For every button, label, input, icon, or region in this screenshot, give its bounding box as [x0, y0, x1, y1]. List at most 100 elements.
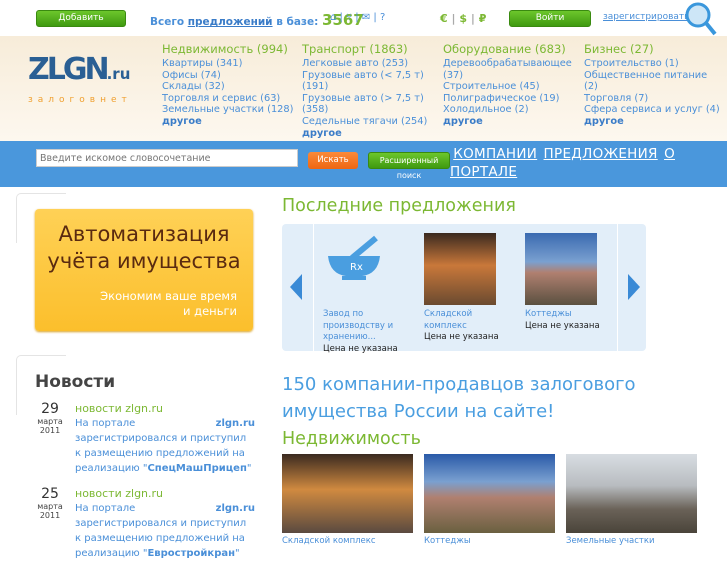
category-link[interactable]: Седельные тягачи (254) [302, 116, 440, 128]
carousel-item[interactable]: Складской комплекс Цена не указана [424, 309, 504, 344]
help-icon[interactable]: ? [380, 12, 385, 23]
nav-companies[interactable]: КОМПАНИИ [453, 146, 537, 162]
total-prefix: Всего [150, 16, 188, 28]
top-bar: Добавить объявление Всего предложений в … [0, 0, 727, 38]
category-link[interactable]: Полиграфическое (19) [443, 93, 581, 105]
news-day: 25 [41, 486, 59, 502]
category-link[interactable]: Грузовые авто (> 7,5 т) (358) [302, 93, 440, 116]
carousel-next-icon[interactable] [626, 274, 640, 300]
carousel-item[interactable]: Коттеджы Цена не указана [525, 309, 605, 332]
item-title[interactable]: Складской комплекс [424, 309, 504, 332]
news-item: 29 марта 2011 новости zlgn.ru На портале zlg… [0, 400, 260, 474]
promo-banner[interactable]: Автоматизация учёта имущества Экономим ва… [35, 209, 253, 331]
latest-carousel: Rx Завод по производству и хранению... Це… [282, 224, 646, 354]
latest-title: Последние предложения [282, 196, 516, 216]
currency-rub[interactable]: ₽ [479, 12, 487, 25]
currency-eur[interactable]: € [440, 12, 448, 25]
nav-offers[interactable]: ПРЕДЛОЖЕНИЯ [544, 146, 658, 162]
category-more-link[interactable]: другое [584, 116, 724, 128]
news-site[interactable]: zlgn.ru [216, 416, 255, 431]
search-magnifier-icon [685, 2, 717, 36]
news-text: На портале [75, 503, 136, 514]
logo[interactable]: ZLGN.ru залоговнет [28, 52, 132, 106]
realty-photo-cottage[interactable] [424, 454, 555, 533]
news-text: " [235, 548, 240, 559]
item-title[interactable]: Завод по производству и хранению... [323, 309, 403, 344]
realty-photo-warehouse[interactable] [282, 454, 413, 533]
banner-subtitle: и деньги [183, 304, 237, 318]
mail-icon[interactable]: ✉ [362, 12, 370, 23]
login-button[interactable]: Войти [509, 10, 591, 27]
category-equipment: Оборудование (683) Деревообрабатывающее … [443, 42, 581, 128]
news-title: Новости [35, 372, 116, 392]
cottage-thumbnail[interactable] [525, 233, 597, 305]
news-text: " [246, 463, 252, 474]
category-transport: Транспорт (1863) Легковые авто (253) Гру… [302, 42, 440, 139]
offers-link[interactable]: предложений [188, 16, 273, 28]
category-link[interactable]: Общественное питание (2) [584, 70, 724, 93]
item-price: Цена не указана [424, 332, 499, 342]
warehouse-thumbnail[interactable] [424, 233, 496, 305]
search-bar: Искать Расширенный поиск КОМПАНИИ ПРЕДЛО… [0, 141, 727, 187]
news-year: 2011 [39, 426, 61, 435]
category-title[interactable]: Недвижимость (994) [162, 42, 298, 56]
category-link[interactable]: Холодильное (2) [443, 104, 581, 116]
realty-title: Недвижимость [282, 429, 421, 449]
banner-subtitle: Экономим ваше время [100, 289, 237, 303]
news-company-link[interactable]: Евростройкран [147, 548, 235, 559]
category-link[interactable]: Земельные участки (128) [162, 104, 298, 116]
category-more-link[interactable]: другое [302, 128, 440, 140]
news-headline[interactable]: новости zlgn.ru [75, 486, 255, 501]
category-link[interactable]: Строительное (45) [443, 81, 581, 93]
main-nav: КОМПАНИИ ПРЕДЛОЖЕНИЯ О ПОРТАЛЕ [450, 146, 690, 182]
banner-title-line: учёта имущества [47, 249, 241, 273]
realty-photo-land[interactable] [566, 454, 697, 533]
category-link[interactable]: Сфера сервиса и услуг (4) [584, 104, 724, 116]
sitemap-icon[interactable]: ⑂ [346, 12, 352, 23]
news-year: 2011 [39, 511, 61, 520]
category-title[interactable]: Транспорт (1863) [302, 42, 440, 56]
currency-usd[interactable]: $ [459, 12, 467, 25]
category-link[interactable]: Деревообрабатывающее (37) [443, 58, 581, 81]
category-link[interactable]: Строительство (1) [584, 58, 724, 70]
news-headline[interactable]: новости zlgn.ru [75, 401, 255, 416]
news-company-link[interactable]: СпецМашПрицеп [147, 463, 246, 474]
category-title[interactable]: Оборудование (683) [443, 42, 581, 56]
news-date: 29 марта 2011 [35, 401, 65, 435]
search-input[interactable] [36, 149, 298, 167]
news-text: На портале [75, 418, 136, 429]
register-link[interactable]: зарегистрировать [603, 12, 689, 22]
promo-headline: 150 компании-продавцов залогового имущес… [282, 374, 636, 422]
currency-switch: € | $ | ₽ [440, 12, 487, 25]
total-suffix: в базе: [272, 16, 319, 28]
item-title[interactable]: Коттеджы [525, 309, 605, 321]
utility-icons: ⌂ | ⑂ | ✉ | ? [330, 12, 386, 23]
advanced-search-button[interactable]: Расширенный поиск [368, 152, 450, 180]
add-ad-button[interactable]: Добавить объявление [36, 10, 126, 38]
svg-text:Rx: Rx [350, 262, 363, 273]
category-title[interactable]: Бизнес (27) [584, 42, 724, 56]
item-price: Цена не указана [323, 343, 398, 354]
logo-tld: .ru [106, 65, 131, 83]
category-link[interactable]: Торговля (7) [584, 93, 724, 105]
category-link[interactable]: Склады (32) [162, 81, 298, 93]
category-link[interactable]: Легковые авто (253) [302, 58, 440, 70]
category-link[interactable]: Офисы (74) [162, 70, 298, 82]
mortar-pestle-icon: Rx [328, 235, 380, 280]
logo-text: ZLGN [28, 52, 110, 87]
category-link[interactable]: Грузовые авто (< 7,5 т) (191) [302, 70, 440, 93]
category-link[interactable]: Торговля и сервис (63) [162, 93, 298, 105]
search-button[interactable]: Искать [308, 152, 358, 169]
item-price: Цена не указана [525, 320, 600, 331]
category-link[interactable]: Квартиры (341) [162, 58, 298, 70]
banner-title: Автоматизация учёта имущества [35, 221, 253, 275]
carousel-prev-icon[interactable] [290, 274, 304, 300]
category-more-link[interactable]: другое [443, 116, 581, 128]
news-site[interactable]: zlgn.ru [216, 501, 255, 516]
category-business: Бизнес (27) Строительство (1) Общественн… [584, 42, 724, 128]
banner-title-line: Автоматизация [58, 222, 230, 246]
news-month: марта [37, 417, 63, 426]
carousel-item[interactable]: Завод по производству и хранению... Цена … [323, 309, 403, 355]
category-more-link[interactable]: другое [162, 116, 298, 128]
home-icon[interactable]: ⌂ [330, 12, 336, 23]
